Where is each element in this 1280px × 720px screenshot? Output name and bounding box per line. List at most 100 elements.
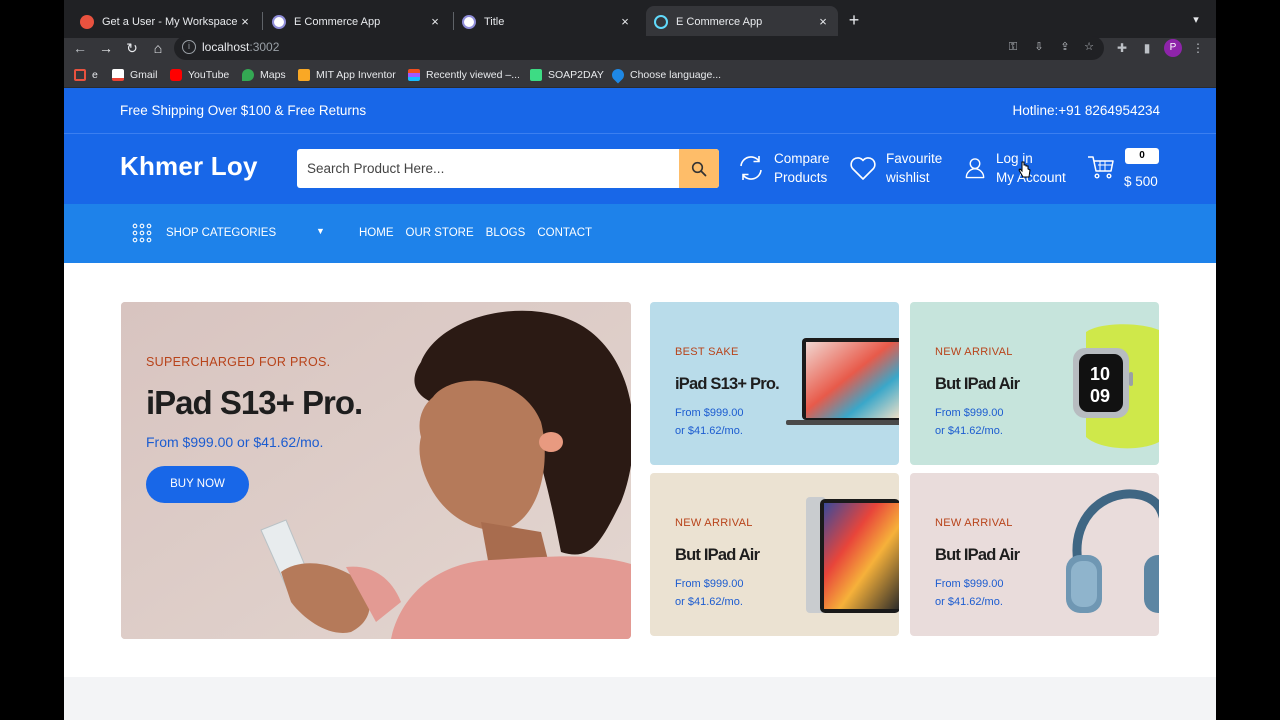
product-card-smartwatch[interactable]: 10 09 NEW ARRIVAL But IPad Air From $999… [910, 302, 1159, 465]
tab-ecommerce-active[interactable]: E Commerce App × [646, 6, 838, 38]
browser-window: Get a User - My Workspace × E Commerce A… [64, 0, 1216, 720]
announcement-bar: Free Shipping Over $100 & Free Returns H… [64, 88, 1216, 134]
new-tab-button[interactable]: + [844, 10, 864, 30]
share-icon[interactable]: ⇪ [1058, 40, 1072, 54]
nav-link-blogs[interactable]: BLOGS [486, 227, 526, 239]
url-text[interactable]: localhost:3002 [202, 40, 279, 54]
cart-total[interactable]: $ 500 [1124, 174, 1158, 189]
home-icon[interactable]: ⌂ [148, 38, 168, 58]
tab-strip: Get a User - My Workspace × E Commerce A… [64, 0, 1216, 38]
react-favicon-icon [654, 15, 668, 29]
bookmarks-bar: e Gmail YouTube Maps MIT App Inventor Re… [64, 62, 1216, 88]
url-port: :3002 [249, 40, 280, 54]
back-arrow-icon[interactable]: ← [70, 38, 90, 58]
install-app-icon[interactable]: ⇩ [1032, 40, 1046, 54]
side-panel-icon[interactable]: ▮ [1139, 40, 1155, 56]
bookmark-label: Recently viewed –... [426, 69, 520, 81]
bookmark-label: Maps [260, 69, 286, 81]
nav-menu: HOME OUR STORE BLOGS CONTACT [359, 227, 592, 239]
profile-avatar[interactable]: P [1164, 39, 1182, 57]
bookmark-label: e [92, 69, 98, 81]
tab-ecommerce-1[interactable]: E Commerce App × [264, 6, 450, 38]
bookmark-label: MIT App Inventor [316, 69, 396, 81]
main-hero-banner[interactable]: SUPERCHARGED FOR PROS. iPad S13+ Pro. Fr… [121, 302, 631, 639]
tab-label: E Commerce App [294, 16, 381, 28]
tab-title[interactable]: Title × [454, 6, 640, 38]
postman-favicon-icon [80, 15, 94, 29]
soap2day-icon [530, 69, 542, 81]
main-navigation: SHOP CATEGORIES ▼ HOME OUR STORE BLOGS C… [64, 204, 1216, 263]
bookmark-item[interactable]: Choose language... [609, 66, 722, 84]
tab-search-chevron-icon[interactable]: ▾ [1186, 10, 1206, 30]
card-price-monthly: or $41.62/mo. [935, 596, 1003, 608]
bookmark-item[interactable]: Gmail [112, 68, 157, 82]
caret-down-icon[interactable]: ▼ [316, 226, 325, 236]
tab-separator [262, 12, 263, 30]
search-bar [297, 149, 719, 188]
next-section-background [64, 677, 1216, 720]
card-eyebrow: NEW ARRIVAL [675, 517, 753, 529]
bookmark-item[interactable]: MIT App Inventor [298, 68, 396, 82]
card-price-monthly: or $41.62/mo. [935, 425, 1003, 437]
card-eyebrow: NEW ARRIVAL [935, 346, 1013, 358]
close-icon[interactable]: × [618, 15, 632, 29]
app-inventor-icon [298, 69, 310, 81]
user-icon [965, 158, 985, 179]
buy-now-button[interactable]: BUY NOW [146, 466, 249, 503]
close-icon[interactable]: × [238, 15, 252, 29]
card-price: From $999.00 [675, 407, 744, 419]
account-login-link[interactable]: Log in My Account [962, 149, 1066, 187]
search-button[interactable] [679, 149, 719, 188]
app-favicon-icon [462, 15, 476, 29]
bookmark-label: YouTube [188, 69, 230, 81]
menu-kebab-icon[interactable]: ⋮ [1190, 40, 1206, 56]
close-icon[interactable]: × [428, 15, 442, 29]
compare-products-link[interactable]: Compare Products [736, 149, 830, 187]
card-title: But IPad Air [935, 546, 1020, 564]
reload-icon[interactable]: ↻ [122, 38, 142, 58]
video-letterbox-left [0, 0, 64, 720]
close-icon[interactable]: × [816, 15, 830, 29]
hotline-text[interactable]: Hotline:+91 8264954234 [1012, 103, 1160, 118]
address-bar[interactable]: i localhost:3002 ⚿ ⇩ ⇪ ☆ [174, 36, 1104, 60]
brand-logo[interactable]: Khmer Loy [120, 151, 258, 182]
card-eyebrow: NEW ARRIVAL [935, 517, 1013, 529]
hero-price: From $999.00 or $41.62/mo. [146, 434, 324, 450]
app-favicon-icon [272, 15, 286, 29]
browser-toolbar: ← → ↻ ⌂ i localhost:3002 ⚿ ⇩ ⇪ ☆ ✚ ▮ P ⋮ [64, 36, 1216, 62]
nav-link-home[interactable]: HOME [359, 227, 394, 239]
figma-icon [408, 69, 420, 81]
cart-link[interactable] [1086, 152, 1124, 182]
product-card-tablet[interactable]: NEW ARRIVAL But IPad Air From $999.00 or… [650, 473, 899, 636]
nav-link-contact[interactable]: CONTACT [537, 227, 592, 239]
bookmark-item[interactable]: Recently viewed –... [408, 68, 520, 82]
product-card-laptop[interactable]: BEST SAKE iPad S13+ Pro. From $999.00 or… [650, 302, 899, 465]
tab-label: Title [484, 16, 505, 28]
bookmark-item[interactable]: e [74, 68, 98, 82]
key-icon[interactable]: ⚿ [1006, 40, 1020, 54]
extensions-puzzle-icon[interactable]: ✚ [1114, 40, 1130, 56]
svg-text:10: 10 [1090, 364, 1110, 384]
tab-get-a-user[interactable]: Get a User - My Workspace × [72, 6, 260, 38]
tab-label: E Commerce App [676, 16, 763, 28]
favourite-wishlist-link[interactable]: Favourite wishlist [848, 149, 942, 187]
forward-arrow-icon[interactable]: → [96, 38, 116, 58]
shop-categories-dropdown[interactable]: SHOP CATEGORIES [132, 223, 276, 243]
video-letterbox-right [1216, 0, 1280, 720]
bookmark-item[interactable]: SOAP2DAY [530, 68, 604, 82]
search-input[interactable] [297, 149, 679, 188]
nav-link-our-store[interactable]: OUR STORE [406, 227, 474, 239]
site-header: Khmer Loy Compare Products Favourite wishl… [64, 134, 1216, 204]
card-price-monthly: or $41.62/mo. [675, 425, 743, 437]
bookmark-item[interactable]: Maps [242, 68, 286, 82]
tab-label: Get a User - My Workspace [102, 16, 238, 28]
bookmark-item[interactable]: YouTube [170, 68, 229, 82]
card-title: But IPad Air [935, 375, 1020, 393]
favourite-line1: Favourite [886, 151, 943, 166]
product-card-headphones[interactable]: NEW ARRIVAL But IPad Air From $999.00 or… [910, 473, 1159, 636]
site-info-icon[interactable]: i [182, 40, 196, 54]
bookmark-label: Choose language... [630, 69, 722, 81]
bookmark-star-icon[interactable]: ☆ [1082, 40, 1096, 54]
hero-eyebrow: SUPERCHARGED FOR PROS. [146, 355, 331, 369]
card-eyebrow: BEST SAKE [675, 346, 739, 358]
